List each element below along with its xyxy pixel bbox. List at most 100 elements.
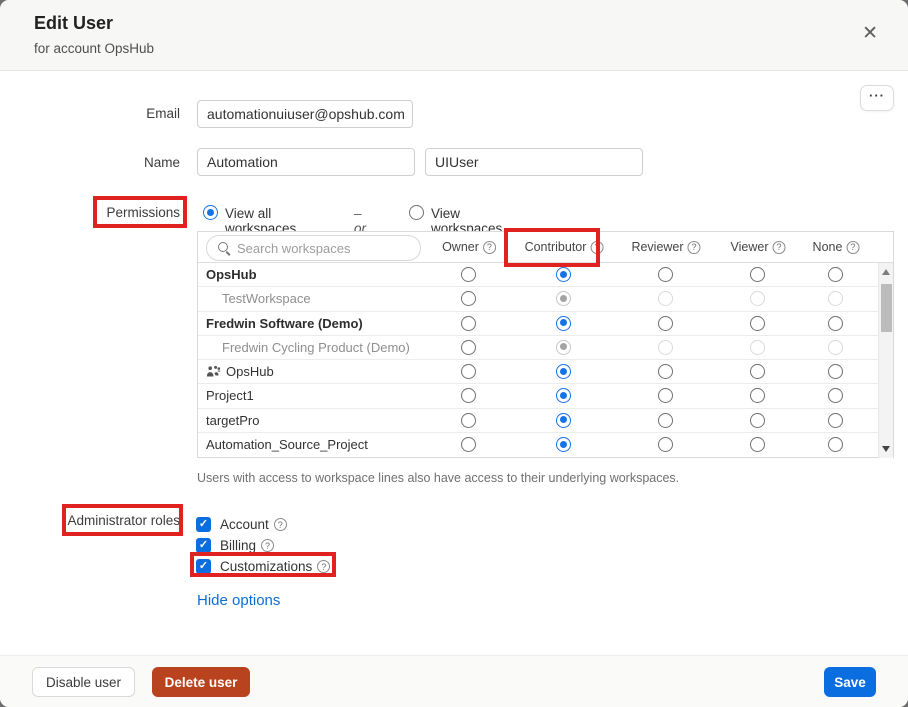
help-icon[interactable]: ? xyxy=(483,241,496,254)
help-icon[interactable]: ? xyxy=(772,241,785,254)
radio-none[interactable] xyxy=(828,413,843,428)
last-name-field[interactable]: UIUser xyxy=(425,148,643,176)
table-row: Fredwin Cycling Product (Demo) xyxy=(198,336,893,360)
radio-none[interactable] xyxy=(828,267,843,282)
radio-owner[interactable] xyxy=(461,340,476,355)
radio-contributor[interactable] xyxy=(556,437,571,452)
workspace-name: Fredwin Cycling Product (Demo) xyxy=(222,340,410,355)
radio-owner[interactable] xyxy=(461,316,476,331)
radio-none xyxy=(828,340,843,355)
radio-none[interactable] xyxy=(828,364,843,379)
radio-contributor[interactable] xyxy=(556,316,571,331)
column-header-label: Owner xyxy=(442,240,479,254)
delete-user-button[interactable]: Delete user xyxy=(152,667,250,697)
admin-role-row: ✓ Customizations? xyxy=(196,556,330,577)
save-button[interactable]: Save xyxy=(824,667,876,697)
scrollbar-thumb[interactable] xyxy=(881,284,892,332)
admin-role-label: Billing xyxy=(220,538,256,553)
column-header-label: Viewer xyxy=(731,240,769,254)
help-icon[interactable]: ? xyxy=(590,241,603,254)
column-header-label: Reviewer xyxy=(631,240,683,254)
help-icon[interactable]: ? xyxy=(688,241,701,254)
table-row: TestWorkspace xyxy=(198,287,893,311)
radio-contributor[interactable] xyxy=(556,388,571,403)
table-row: Fredwin Software (Demo) xyxy=(198,312,893,336)
radio-view-all-workspaces[interactable] xyxy=(203,205,218,220)
search-icon xyxy=(218,242,228,252)
email-label: Email xyxy=(30,106,180,121)
radio-owner[interactable] xyxy=(461,291,476,306)
radio-contributor[interactable] xyxy=(556,364,571,379)
scroll-up-icon[interactable] xyxy=(882,269,890,275)
column-header-none: None? xyxy=(813,240,860,254)
close-icon[interactable]: ✕ xyxy=(862,24,878,44)
radio-viewer xyxy=(750,340,765,355)
radio-reviewer[interactable] xyxy=(658,364,673,379)
search-input[interactable]: Search workspaces xyxy=(206,235,421,261)
admin-role-label: Customizations xyxy=(220,559,312,574)
radio-reviewer[interactable] xyxy=(658,388,673,403)
radio-reviewer[interactable] xyxy=(658,437,673,452)
help-icon[interactable]: ? xyxy=(274,518,287,531)
admin-role-row: ✓ Account? xyxy=(196,514,330,535)
admin-role-row: ✓ Billing? xyxy=(196,535,330,556)
workspace-rows: OpsHub TestWorkspace Fredwin Software (Dem… xyxy=(198,263,893,457)
column-header-contributor: Contributor? xyxy=(525,240,604,254)
radio-owner[interactable] xyxy=(461,413,476,428)
workspace-name: Fredwin Software (Demo) xyxy=(206,316,363,331)
radio-contributor[interactable] xyxy=(556,267,571,282)
radio-viewer[interactable] xyxy=(750,388,765,403)
radio-none[interactable] xyxy=(828,388,843,403)
workspace-name: Automation_Source_Project xyxy=(206,437,368,452)
column-header-owner: Owner? xyxy=(442,240,496,254)
hide-options-link[interactable]: Hide options xyxy=(197,592,280,609)
scrollbar[interactable] xyxy=(878,263,893,458)
email-field[interactable]: automationuiuser@opshub.com xyxy=(197,100,413,128)
radio-view-set-permissions[interactable] xyxy=(409,205,424,220)
column-header-label: None xyxy=(813,240,843,254)
radio-contributor[interactable] xyxy=(556,413,571,428)
team-icon xyxy=(206,365,221,378)
first-name-field[interactable]: Automation xyxy=(197,148,415,176)
radio-owner[interactable] xyxy=(461,364,476,379)
checkbox-customizations[interactable]: ✓ xyxy=(196,559,211,574)
admin-role-label: Account xyxy=(220,517,269,532)
radio-viewer[interactable] xyxy=(750,364,765,379)
radio-owner[interactable] xyxy=(461,388,476,403)
table-row: OpsHub xyxy=(198,360,893,384)
column-header-label: Contributor xyxy=(525,240,587,254)
checkbox-account[interactable]: ✓ xyxy=(196,517,211,532)
edit-user-dialog: Edit User for account OpsHub ✕ ··· Email… xyxy=(0,0,908,707)
checkbox-billing[interactable]: ✓ xyxy=(196,538,211,553)
table-row: targetPro xyxy=(198,409,893,433)
radio-owner[interactable] xyxy=(461,267,476,282)
radio-contributor xyxy=(556,291,571,306)
admin-roles-list: ✓ Account? ✓ Billing? ✓ Customizations? xyxy=(196,514,330,577)
more-options-button[interactable]: ··· xyxy=(860,85,894,111)
radio-owner[interactable] xyxy=(461,437,476,452)
workspace-name: OpsHub xyxy=(206,267,257,282)
table-row: OpsHub xyxy=(198,263,893,287)
table-row: Project1 xyxy=(198,384,893,408)
admin-roles-label: Administrator roles xyxy=(30,513,180,528)
scroll-down-icon[interactable] xyxy=(882,446,890,452)
radio-contributor xyxy=(556,340,571,355)
help-icon[interactable]: ? xyxy=(317,560,330,573)
help-icon[interactable]: ? xyxy=(261,539,274,552)
radio-viewer[interactable] xyxy=(750,316,765,331)
column-header-viewer: Viewer? xyxy=(731,240,786,254)
radio-viewer[interactable] xyxy=(750,437,765,452)
table-row: Automation_Source_Project xyxy=(198,433,893,457)
column-header-reviewer: Reviewer? xyxy=(631,240,700,254)
radio-none[interactable] xyxy=(828,316,843,331)
permissions-label: Permissions xyxy=(30,205,180,220)
radio-none[interactable] xyxy=(828,437,843,452)
radio-reviewer[interactable] xyxy=(658,413,673,428)
radio-viewer[interactable] xyxy=(750,413,765,428)
radio-viewer[interactable] xyxy=(750,267,765,282)
radio-reviewer[interactable] xyxy=(658,316,673,331)
radio-reviewer[interactable] xyxy=(658,267,673,282)
disable-user-button[interactable]: Disable user xyxy=(32,667,135,697)
workspace-name: TestWorkspace xyxy=(222,291,311,306)
help-icon[interactable]: ? xyxy=(846,241,859,254)
